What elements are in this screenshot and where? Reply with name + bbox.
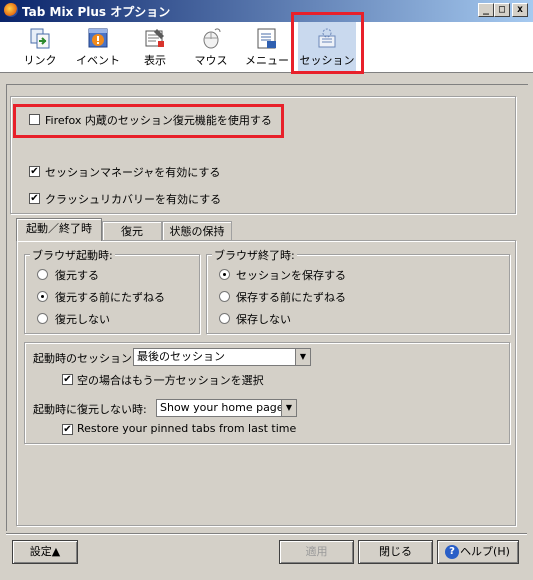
event-icon bbox=[88, 28, 108, 48]
firefox-icon bbox=[4, 3, 18, 17]
startup-restore-label: 復元する bbox=[55, 269, 99, 282]
tab-menu[interactable]: メニュー bbox=[239, 22, 295, 72]
no-restore-value: Show your home page bbox=[160, 401, 284, 414]
startup-ask-label: 復元する前にたずねる bbox=[55, 291, 165, 304]
startup-no-restore-radio[interactable] bbox=[37, 313, 48, 324]
exit-save-label: セッションを保存する bbox=[236, 269, 346, 282]
restore-pinned-label: Restore your pinned tabs from last time bbox=[77, 422, 297, 435]
help-icon: ? bbox=[445, 545, 459, 559]
empty-select-other-label: 空の場合はもう一方セッションを選択 bbox=[77, 374, 264, 387]
startup-no-restore-label: 復元しない bbox=[55, 313, 110, 326]
tab-link[interactable]: リンク bbox=[12, 22, 68, 72]
tab-restore[interactable]: 復元 bbox=[102, 221, 162, 241]
mouse-icon bbox=[203, 28, 221, 49]
close-button[interactable]: 閉じる bbox=[358, 540, 433, 564]
exit-save-radio[interactable] bbox=[219, 269, 230, 280]
link-icon bbox=[30, 28, 50, 49]
exit-group-legend: ブラウザ終了時: bbox=[212, 247, 297, 263]
maximize-button[interactable]: □ bbox=[494, 3, 510, 17]
display-icon bbox=[145, 29, 164, 47]
tab-display-label: 表示 bbox=[144, 54, 166, 67]
minimize-button[interactable]: _ bbox=[478, 3, 494, 17]
startup-restore-radio[interactable] bbox=[37, 269, 48, 280]
exit-no-save-label: 保存しない bbox=[236, 313, 291, 326]
help-button[interactable]: ? ヘルプ(H) bbox=[437, 540, 519, 564]
crash-recovery-label: クラッシュリカバリーを有効にする bbox=[45, 193, 222, 206]
session-manager-label: セッションマネージャを有効にする bbox=[45, 166, 221, 179]
tab-event[interactable]: イベント bbox=[70, 22, 126, 72]
empty-select-other-checkbox[interactable]: ✔ bbox=[62, 374, 73, 385]
tab-mouse[interactable]: マウス bbox=[183, 22, 239, 72]
chevron-down-icon: ▼ bbox=[295, 349, 310, 365]
no-restore-select[interactable]: Show your home page ▼ bbox=[156, 399, 297, 417]
exit-ask-radio[interactable] bbox=[219, 291, 230, 302]
exit-no-save-radio[interactable] bbox=[219, 313, 230, 324]
startup-group-legend: ブラウザ起動時: bbox=[30, 247, 115, 263]
tab-link-label: リンク bbox=[23, 54, 57, 67]
session-manager-checkbox[interactable]: ✔ bbox=[29, 166, 40, 177]
startup-ask-radio[interactable] bbox=[37, 291, 48, 302]
restore-pinned-checkbox[interactable]: ✔ bbox=[62, 424, 73, 435]
tab-display[interactable]: 表示 bbox=[127, 22, 183, 72]
crash-recovery-checkbox[interactable]: ✔ bbox=[29, 193, 40, 204]
chevron-down-icon: ▼ bbox=[281, 400, 296, 416]
tab-event-label: イベント bbox=[76, 54, 120, 67]
close-window-button[interactable]: x bbox=[512, 3, 528, 17]
menu-icon bbox=[257, 28, 276, 49]
window-title: Tab Mix Plus オプション bbox=[22, 5, 171, 19]
help-button-label: ヘルプ(H) bbox=[460, 545, 510, 558]
firefox-builtin-highlight bbox=[13, 104, 284, 138]
settings-button[interactable]: 設定▲ bbox=[12, 540, 78, 564]
pane-toolbar: リンク イベント 表示 マウス メニュー セッション bbox=[0, 22, 533, 73]
exit-ask-label: 保存する前にたずねる bbox=[236, 291, 346, 304]
tab-state-keep[interactable]: 状態の保持 bbox=[162, 221, 232, 241]
footer-separator bbox=[6, 533, 527, 535]
tab-menu-label: メニュー bbox=[245, 54, 289, 67]
no-restore-label: 起動時に復元しない時: bbox=[33, 403, 147, 416]
startup-session-select[interactable]: 最後のセッション ▼ bbox=[133, 348, 311, 366]
apply-button[interactable]: 適用 bbox=[279, 540, 354, 564]
tab-startup-exit[interactable]: 起動／終了時 bbox=[16, 218, 102, 241]
startup-session-label: 起動時のセッション: bbox=[33, 352, 136, 365]
startup-session-value: 最後のセッション bbox=[137, 350, 225, 363]
session-tab-highlight bbox=[291, 12, 364, 74]
tab-mouse-label: マウス bbox=[194, 54, 228, 67]
